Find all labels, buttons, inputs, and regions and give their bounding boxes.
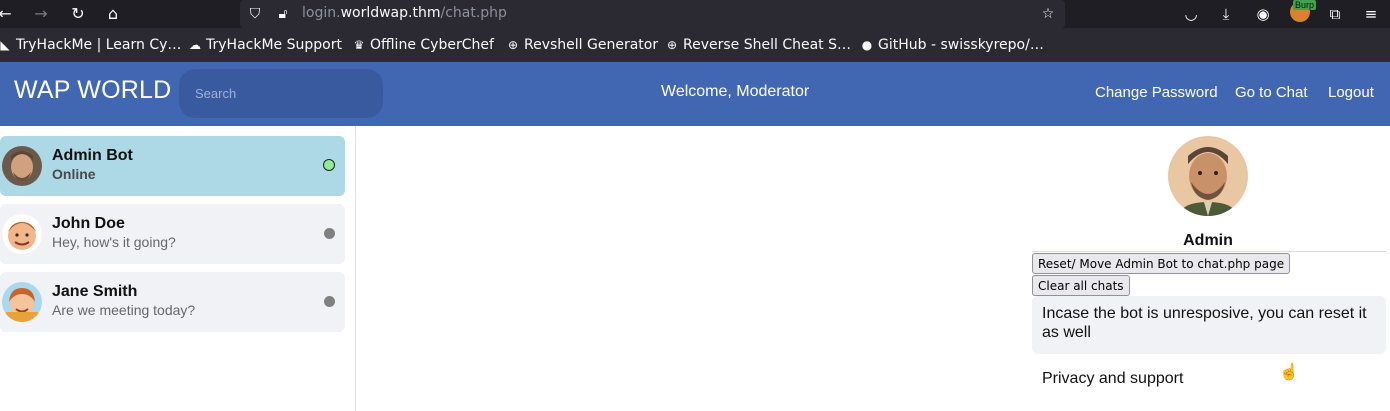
chat-item-john-doe[interactable]: John Doe Hey, how's it going? bbox=[0, 204, 345, 264]
bot-reset-note: Incase the bot is unresposive, you can r… bbox=[1032, 296, 1386, 354]
chat-item-jane-smith[interactable]: Jane Smith Are we meeting today? bbox=[0, 272, 345, 332]
bookmark-label: Revshell Generator bbox=[524, 37, 659, 53]
bookmark-tryhackme-support[interactable]: ☁ TryHackMe Support bbox=[188, 28, 342, 62]
profile-name: Admin bbox=[1183, 232, 1233, 249]
reset-admin-bot-button[interactable]: Reset/ Move Admin Bot to chat.php page bbox=[1032, 253, 1291, 274]
bookmark-revshell[interactable]: ⊕ Revshell Generator bbox=[506, 28, 658, 62]
chat-name: John Doe bbox=[52, 215, 125, 232]
globe-icon: ⊕ bbox=[507, 38, 519, 52]
github-icon: ● bbox=[861, 38, 873, 52]
change-password-link[interactable]: Change Password bbox=[1095, 84, 1218, 101]
bookmark-label: TryHackMe Support bbox=[206, 37, 342, 53]
hand-cursor-icon: ☝ bbox=[1279, 364, 1299, 381]
bookmark-label: TryHackMe | Learn Cy… bbox=[16, 37, 182, 53]
chat-name: Jane Smith bbox=[52, 283, 138, 300]
online-status-dot bbox=[323, 159, 335, 171]
insecure-lock-icon[interactable]: 🔓︎ bbox=[272, 3, 294, 25]
welcome-text: Welcome, Moderator bbox=[661, 83, 810, 100]
chat-item-admin-bot[interactable]: Admin Bot Online bbox=[0, 136, 345, 196]
back-arrow-icon[interactable]: ← bbox=[0, 3, 16, 25]
bookmark-label: Reverse Shell Cheat S… bbox=[683, 37, 851, 53]
forward-arrow-icon[interactable]: → bbox=[30, 3, 52, 25]
globe-icon: ⊕ bbox=[666, 38, 678, 52]
clear-all-chats-button[interactable]: Clear all chats bbox=[1032, 275, 1130, 296]
burp-badge: Burp bbox=[1293, 0, 1317, 10]
privacy-support-link[interactable]: Privacy and support bbox=[1042, 370, 1183, 388]
home-icon[interactable]: ⌂ bbox=[102, 3, 124, 25]
bookmark-cyberchef[interactable]: ♛ Offline CyberChef bbox=[352, 28, 494, 62]
url-bar[interactable]: ⛉ 🔓︎ login.worldwap.thm/chat.php ☆ bbox=[240, 0, 1065, 28]
brand-title: WAP WORLD bbox=[14, 76, 172, 104]
shield-icon[interactable]: ⛉ bbox=[244, 3, 266, 25]
chat-subtitle: Hey, how's it going? bbox=[52, 234, 176, 250]
profile-panel: Admin Reset/ Move Admin Bot to chat.php … bbox=[1032, 126, 1390, 411]
chat-name: Admin Bot bbox=[52, 147, 133, 164]
hamburger-menu-icon[interactable]: ≡ bbox=[1360, 3, 1382, 25]
bookmark-reverse-shell[interactable]: ⊕ Reverse Shell Cheat S… bbox=[665, 28, 851, 62]
bookmark-tryhackme[interactable]: ◣ TryHackMe | Learn Cy… bbox=[0, 28, 181, 62]
extensions-puzzle-icon[interactable]: ⧉ bbox=[1324, 3, 1346, 25]
url-prefix: login. bbox=[302, 5, 341, 21]
bookmark-github[interactable]: ● GitHub - swisskyrepo/… bbox=[860, 28, 1044, 62]
avatar bbox=[2, 282, 42, 322]
avatar bbox=[2, 146, 42, 186]
logout-link[interactable]: Logout bbox=[1328, 84, 1374, 101]
divider bbox=[1032, 251, 1386, 252]
offline-status-dot bbox=[324, 296, 335, 307]
account-icon[interactable]: ◉ bbox=[1252, 3, 1274, 25]
offline-status-dot bbox=[324, 228, 335, 239]
app-header: WAP WORLD Welcome, Moderator Change Pass… bbox=[0, 62, 1390, 126]
go-to-chat-link[interactable]: Go to Chat bbox=[1235, 84, 1308, 101]
chat-subtitle: Online bbox=[52, 166, 96, 182]
url-text[interactable]: login.worldwap.thm/chat.php bbox=[302, 5, 507, 21]
url-host: worldwap.thm bbox=[340, 5, 441, 21]
cloud-gear-icon: ☁ bbox=[189, 38, 201, 52]
chef-hat-icon: ♛ bbox=[353, 38, 365, 52]
tryhackme-icon: ◣ bbox=[0, 38, 10, 52]
browser-toolbar: ← → ↻ ⌂ ⛉ 🔓︎ login.worldwap.thm/chat.php… bbox=[0, 0, 1390, 28]
avatar bbox=[2, 214, 42, 254]
download-icon[interactable]: ⤓ bbox=[1215, 3, 1237, 25]
bookmark-label: Offline CyberChef bbox=[370, 37, 494, 53]
search-input[interactable] bbox=[179, 69, 383, 118]
bookmark-star-icon[interactable]: ☆ bbox=[1037, 3, 1059, 25]
bookmarks-bar: ◣ TryHackMe | Learn Cy… ☁ TryHackMe Suppor… bbox=[0, 28, 1390, 62]
url-path: /chat.php bbox=[440, 5, 507, 21]
chat-list-sidebar: Admin Bot Online John Doe Hey, how's it … bbox=[0, 126, 356, 411]
bookmark-label: GitHub - swisskyrepo/… bbox=[878, 37, 1044, 53]
pocket-icon[interactable]: ◡ bbox=[1180, 3, 1202, 25]
reload-icon[interactable]: ↻ bbox=[67, 3, 89, 25]
chat-subtitle: Are we meeting today? bbox=[52, 302, 196, 318]
profile-avatar bbox=[1168, 136, 1248, 216]
